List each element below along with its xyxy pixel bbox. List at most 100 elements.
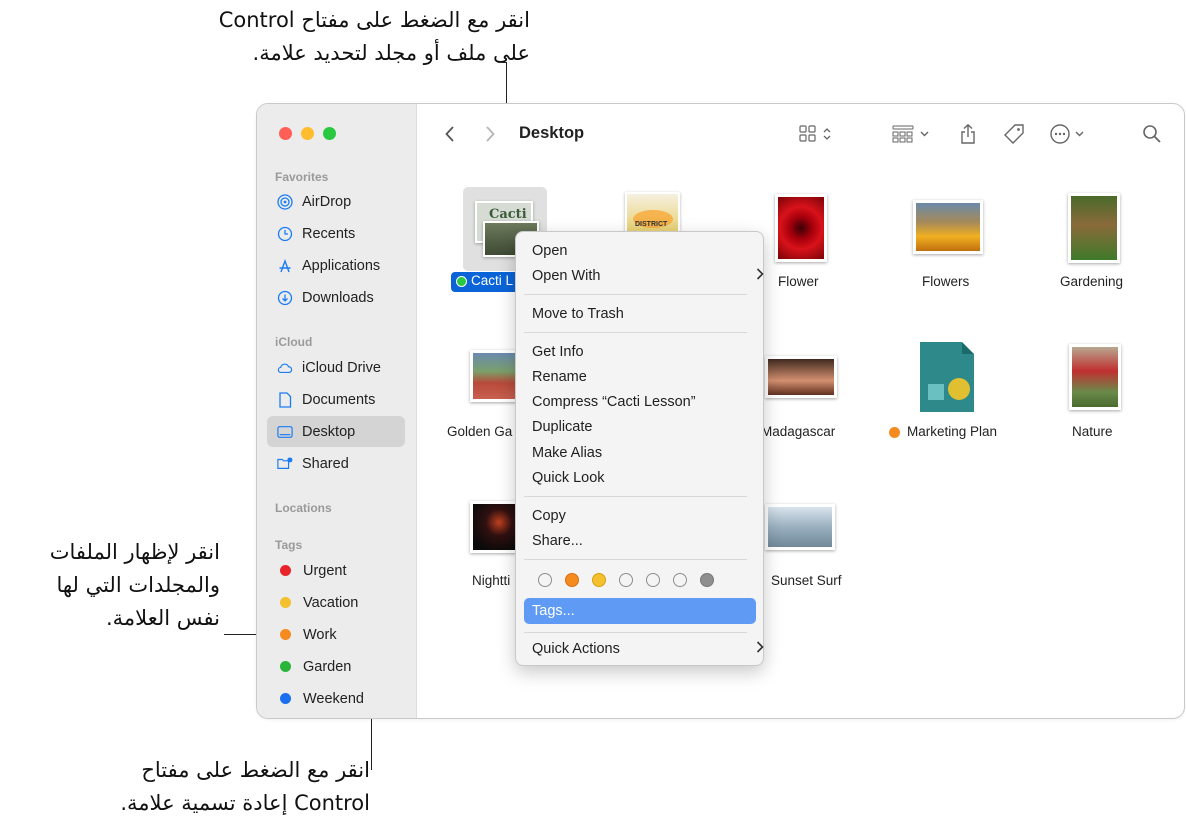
grid-view-icon [799, 125, 831, 142]
sidebar-item-label: AirDrop [302, 193, 352, 210]
sidebar-item-label: Desktop [302, 423, 356, 440]
file-label-selected[interactable]: Cacti L [451, 272, 520, 292]
callout-line: Control إعادة تسمية علامة. [120, 791, 370, 815]
group-icon [892, 125, 929, 143]
context-menu: Open Open With Move to Trash Get Info Re… [515, 231, 764, 666]
tag-color-dot [280, 629, 291, 640]
menu-item-open[interactable]: Open [532, 240, 567, 262]
menu-item-open-with[interactable]: Open With [532, 265, 764, 287]
chevron-left-icon [445, 126, 454, 142]
tag-color-option-none[interactable] [673, 573, 687, 587]
menu-item-label: Quick Actions [532, 641, 620, 657]
menu-item-move-to-trash[interactable]: Move to Trash [532, 303, 624, 325]
menu-item-tags[interactable]: Tags... [524, 598, 756, 624]
callout-line: والمجلدات التي لها [56, 573, 220, 597]
ellipsis-circle-icon [1050, 124, 1084, 144]
file-label-madagascar[interactable]: Madagascar [761, 424, 835, 439]
tag-color-dot [280, 693, 291, 704]
callout-line: انقر لإظهار الملفات [49, 540, 220, 564]
file-district[interactable]: DISTRICT [625, 192, 680, 234]
menu-item-make-alias[interactable]: Make Alias [532, 442, 602, 464]
tag-color-option-none[interactable] [619, 573, 633, 587]
file-sunset-surf-thumbnail[interactable] [765, 504, 835, 550]
sidebar-item-icloud-drive[interactable]: iCloud Drive [267, 352, 405, 383]
sidebar-item-documents[interactable]: Documents [267, 384, 405, 415]
tag-color-option-yellow[interactable] [592, 573, 606, 587]
file-label-nighttime[interactable]: Nightti [472, 573, 510, 588]
back-button[interactable] [441, 122, 459, 146]
sidebar-item-label: Urgent [303, 562, 347, 579]
callout-rename-tag: انقر مع الضغط على مفتاح Control إعادة تس… [20, 754, 370, 820]
sidebar-tag-garden[interactable]: Garden [267, 651, 405, 682]
menu-separator [524, 332, 747, 333]
sidebar-item-label: Shared [302, 455, 349, 472]
file-name: Cacti L [471, 273, 514, 288]
chevron-right-icon [486, 126, 495, 142]
view-mode-button[interactable] [797, 122, 839, 146]
menu-item-copy[interactable]: Copy [532, 505, 566, 527]
sidebar-item-desktop[interactable]: Desktop [267, 416, 405, 447]
decorative-shape [928, 384, 944, 400]
sidebar-item-shared[interactable]: Shared [267, 448, 405, 479]
callout-line: على ملف أو مجلد لتحديد علامة. [252, 41, 530, 65]
garden-tag-dot [456, 276, 467, 287]
group-button[interactable] [891, 122, 935, 146]
file-nature-thumbnail[interactable] [1069, 344, 1121, 410]
tag-color-dot [280, 661, 291, 672]
file-flower-thumbnail[interactable] [775, 194, 827, 262]
file-marketing-plan-thumbnail[interactable] [920, 342, 974, 412]
menu-item-rename[interactable]: Rename [532, 366, 587, 388]
search-icon [1143, 125, 1161, 143]
menu-item-compress[interactable]: Compress “Cacti Lesson” [532, 391, 696, 413]
sidebar-item-downloads[interactable]: Downloads [267, 282, 405, 313]
tag-color-option-none[interactable] [538, 573, 552, 587]
file-label-marketing-plan[interactable]: Marketing Plan [907, 424, 997, 439]
file-label-sunset-surf[interactable]: Sunset Surf [771, 573, 842, 588]
sidebar-item-applications[interactable]: Applications [267, 250, 405, 281]
file-label-golden-gate[interactable]: Golden Ga [447, 424, 512, 439]
applications-icon [277, 258, 293, 274]
menu-separator [524, 559, 747, 560]
close-window-button[interactable] [279, 127, 292, 140]
sidebar-item-recents[interactable]: Recents [267, 218, 405, 249]
file-label-flowers[interactable]: Flowers [922, 274, 969, 289]
tag-color-picker [538, 573, 727, 587]
sidebar: Favorites AirDrop Recents Applications D… [257, 104, 417, 718]
menu-item-label: Open With [532, 268, 601, 284]
sidebar-tag-work[interactable]: Work [267, 619, 405, 650]
sidebar-item-airdrop[interactable]: AirDrop [267, 186, 405, 217]
share-button[interactable] [957, 122, 979, 146]
file-madagascar-thumbnail[interactable] [765, 356, 837, 398]
file-gardening-thumbnail[interactable] [1068, 193, 1120, 263]
tag-color-option-gray[interactable] [700, 573, 714, 587]
sidebar-item-label: iCloud Drive [302, 359, 381, 376]
callout-control-click-file: انقر مع الضغط على مفتاح Control على ملف … [70, 4, 530, 70]
tag-button[interactable] [1002, 122, 1026, 146]
sidebar-tag-vacation[interactable]: Vacation [267, 587, 405, 618]
sidebar-tag-weekend[interactable]: Weekend [267, 683, 405, 714]
tag-color-option-none[interactable] [646, 573, 660, 587]
file-label-nature[interactable]: Nature [1072, 424, 1113, 439]
file-label-gardening[interactable]: Gardening [1060, 274, 1123, 289]
file-label-flower[interactable]: Flower [778, 274, 819, 289]
search-button[interactable] [1141, 122, 1163, 146]
forward-button[interactable] [481, 122, 499, 146]
sidebar-item-label: Applications [302, 257, 381, 274]
minimize-window-button[interactable] [301, 127, 314, 140]
work-tag-dot [889, 427, 900, 438]
zoom-window-button[interactable] [323, 127, 336, 140]
menu-item-quick-look[interactable]: Quick Look [532, 467, 605, 489]
menu-item-quick-actions[interactable]: Quick Actions [532, 638, 764, 660]
shared-folder-icon [277, 456, 293, 472]
file-flowers-thumbnail[interactable] [913, 200, 983, 254]
sidebar-tag-urgent[interactable]: Urgent [267, 555, 405, 586]
menu-item-duplicate[interactable]: Duplicate [532, 416, 592, 438]
menu-item-share[interactable]: Share... [532, 530, 583, 552]
tag-color-dot [280, 565, 291, 576]
sidebar-item-label: Garden [303, 658, 352, 675]
tag-color-option-orange[interactable] [565, 573, 579, 587]
menu-item-get-info[interactable]: Get Info [532, 341, 584, 363]
thumbnail-title: DISTRICT [635, 221, 668, 228]
more-actions-button[interactable] [1049, 122, 1091, 146]
sidebar-item-label: Vacation [303, 594, 359, 611]
